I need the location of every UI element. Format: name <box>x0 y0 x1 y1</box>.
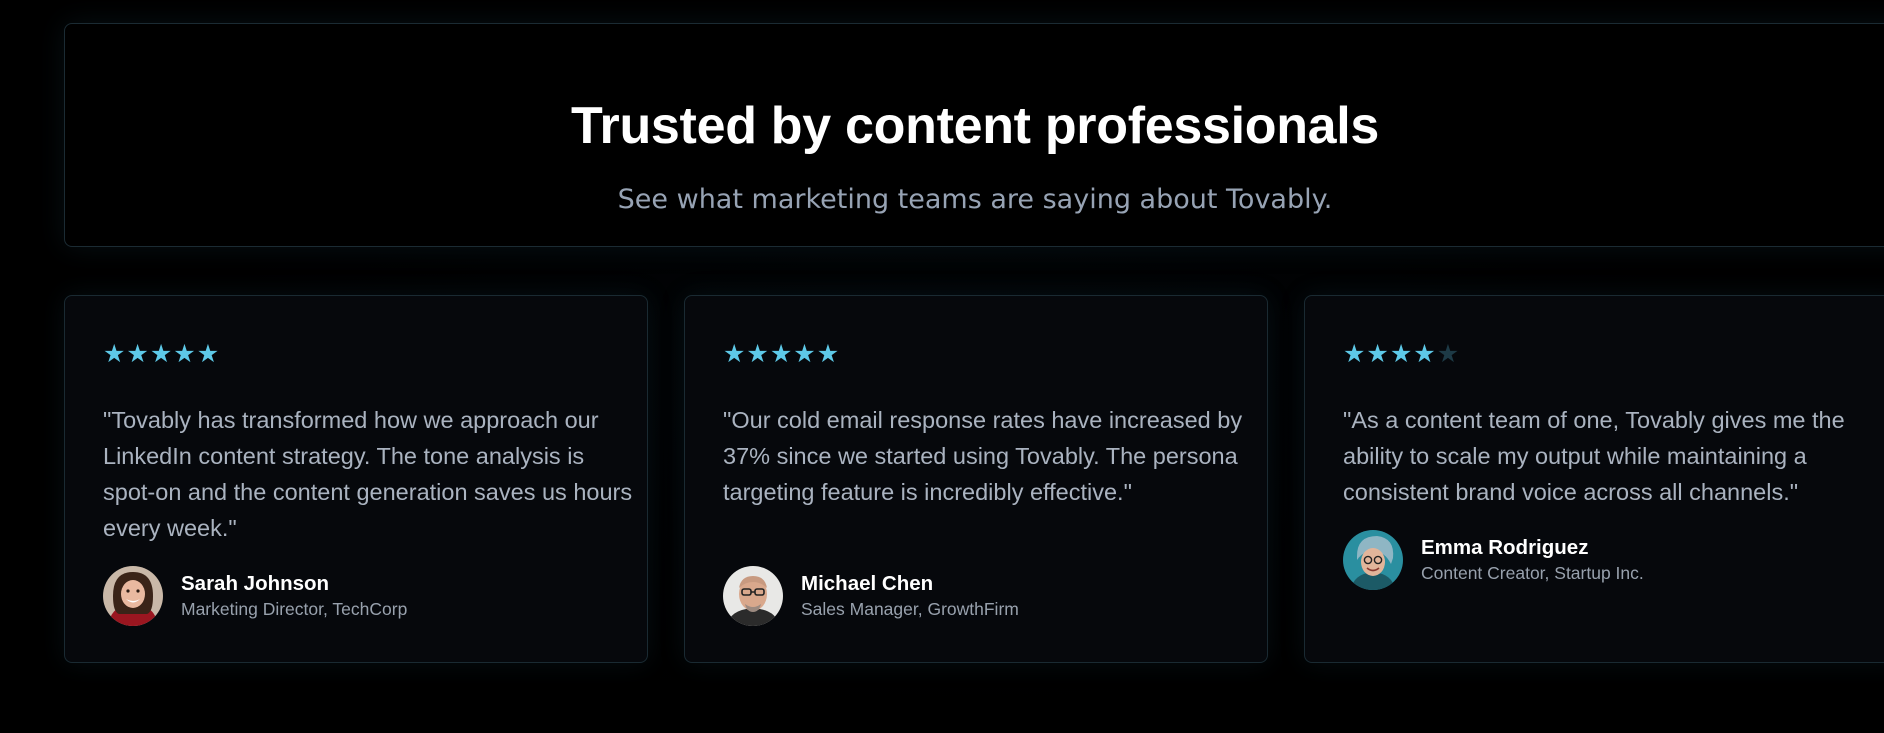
star-filled-icon: ★ <box>1389 339 1413 368</box>
star-filled-icon: ★ <box>126 339 149 368</box>
testimonial-quote: "Tovably has transformed how we approach… <box>103 407 633 541</box>
avatar <box>1343 530 1403 590</box>
testimonials-section: Trusted by content professionals See wha… <box>0 0 1884 733</box>
star-filled-icon: ★ <box>769 339 793 368</box>
star-filled-icon: ★ <box>1413 339 1436 368</box>
testimonial-author: Sarah Johnson Marketing Director, TechCo… <box>103 566 407 626</box>
section-title: Trusted by content professionals <box>570 97 1380 155</box>
section-subtitle: See what marketing teams are saying abou… <box>617 184 1333 215</box>
author-name: Michael Chen <box>801 572 934 595</box>
avatar <box>723 566 783 626</box>
star-rating: ★ ★ ★ ★ ★ <box>1343 341 1459 366</box>
star-filled-icon: ★ <box>103 339 126 368</box>
star-filled-icon: ★ <box>746 339 769 368</box>
star-filled-icon: ★ <box>149 339 173 368</box>
testimonial-author: Emma Rodriguez Content Creator, Startup … <box>1343 530 1644 590</box>
star-filled-icon: ★ <box>173 339 196 368</box>
testimonials-header-card: Trusted by content professionals See wha… <box>64 23 1884 247</box>
author-role: Content Creator, Startup Inc. <box>1421 563 1644 583</box>
author-role: Marketing Director, TechCorp <box>181 599 408 619</box>
testimonial-card: ★ ★ ★ ★ ★ "As a content team of one, Tov… <box>1304 295 1884 663</box>
author-role: Sales Manager, GrowthFirm <box>801 599 1019 619</box>
testimonial-quote: "As a content team of one, Tovably gives… <box>1343 407 1845 505</box>
star-rating: ★ ★ ★ ★ ★ <box>723 341 839 366</box>
star-filled-icon: ★ <box>1343 339 1366 368</box>
author-name: Sarah Johnson <box>181 572 330 595</box>
woman-beanie-avatar-icon <box>1343 530 1403 590</box>
avatar <box>103 566 163 626</box>
man-glasses-avatar-icon <box>723 566 783 626</box>
testimonial-card: ★ ★ ★ ★ ★ "Tovably has transformed how w… <box>64 295 648 663</box>
star-filled-icon: ★ <box>723 339 746 368</box>
testimonial-card: ★ ★ ★ ★ ★ "Our cold email response rates… <box>684 295 1268 663</box>
star-rating: ★ ★ ★ ★ ★ <box>103 341 219 366</box>
star-filled-icon: ★ <box>793 339 816 368</box>
testimonial-quote: "Our cold email response rates have incr… <box>723 407 1243 505</box>
star-filled-icon: ★ <box>816 339 840 368</box>
star-filled-icon: ★ <box>196 339 220 368</box>
star-filled-icon: ★ <box>1366 339 1389 368</box>
author-name: Emma Rodriguez <box>1421 536 1589 559</box>
star-empty-icon: ★ <box>1436 339 1460 368</box>
testimonial-author: Michael Chen Sales Manager, GrowthFirm <box>723 566 1019 626</box>
woman-smiling-avatar-icon <box>103 566 163 626</box>
